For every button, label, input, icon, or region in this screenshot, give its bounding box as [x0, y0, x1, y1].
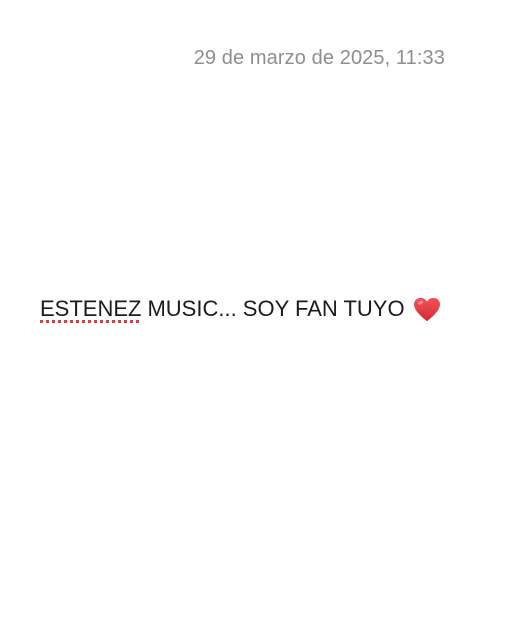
- note-text[interactable]: ESTENEZ MUSIC... SOY FAN TUYO: [40, 296, 441, 322]
- note-text-content: MUSIC... SOY FAN TUYO: [147, 296, 405, 321]
- note-timestamp: 29 de marzo de 2025, 11:33: [193, 47, 445, 69]
- red-heart-icon: [413, 297, 441, 323]
- misspelled-word[interactable]: ESTENEZ: [40, 296, 141, 322]
